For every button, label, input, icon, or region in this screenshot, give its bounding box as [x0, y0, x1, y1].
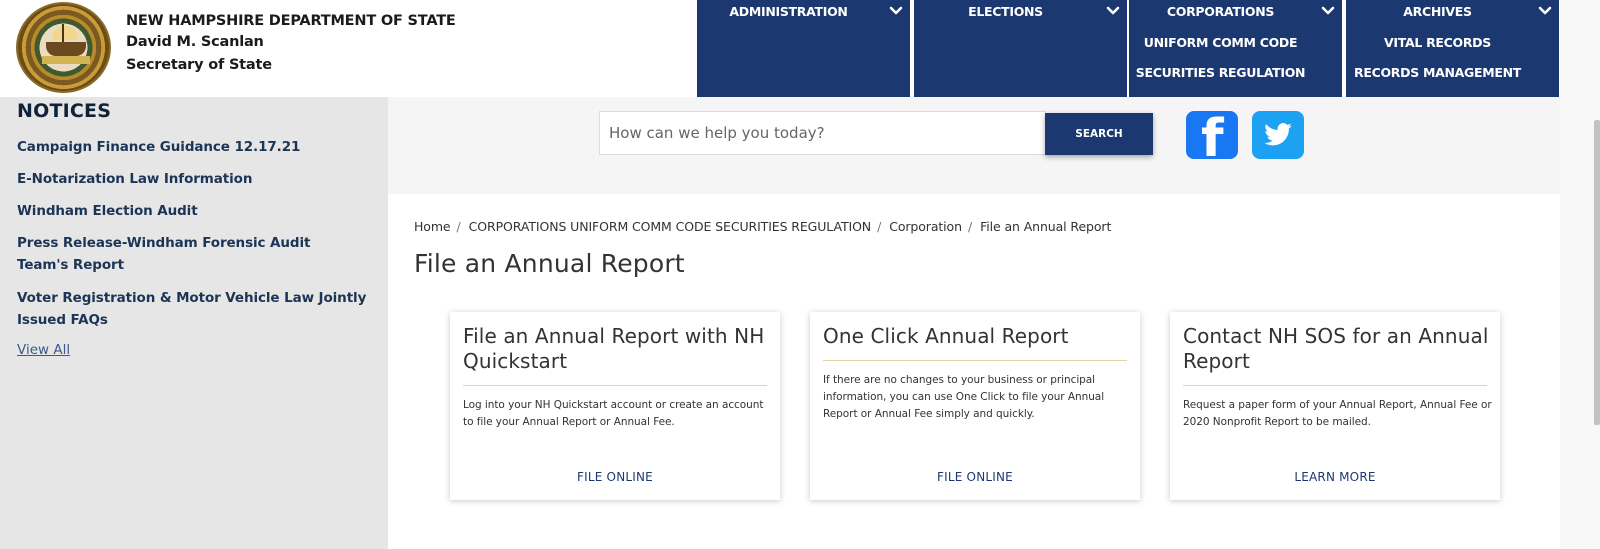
- card-divider: [463, 385, 767, 386]
- nav-menu-corporations[interactable]: CORPORATIONS UNIFORM COMM CODE SECURITIE…: [1129, 0, 1342, 97]
- card-title: File an Annual Report with NH Quickstart: [463, 324, 765, 373]
- official-name: David M. Scanlan: [126, 34, 264, 50]
- notices-heading: NOTICES: [17, 100, 112, 122]
- seal-ship: [46, 42, 86, 56]
- twitter-icon[interactable]: [1252, 111, 1304, 159]
- card-description: Log into your NH Quickstart account or c…: [463, 399, 764, 428]
- notices-sidebar: NOTICES Campaign Finance Guidance 12.17.…: [0, 97, 388, 549]
- card-title: One Click Annual Report: [823, 324, 1069, 348]
- nav-link-securities-regulation[interactable]: SECURITIES REGULATION: [1129, 65, 1312, 80]
- nav-link-uniform-comm-code[interactable]: UNIFORM COMM CODE: [1129, 35, 1312, 50]
- facebook-glyph: f: [1201, 111, 1224, 159]
- breadcrumb-corporations-ucc-securities[interactable]: CORPORATIONS UNIFORM COMM CODE SECURITIE…: [469, 219, 872, 234]
- card-description: Request a paper form of your Annual Repo…: [1183, 399, 1492, 428]
- breadcrumb-current: File an Annual Report: [980, 219, 1112, 234]
- notice-link[interactable]: Windham Election Audit: [17, 200, 377, 222]
- card-divider: [1183, 385, 1487, 386]
- nav-menu-administration[interactable]: ADMINISTRATION: [697, 0, 910, 97]
- breadcrumb-separator: /: [877, 219, 882, 234]
- seal-sun: [52, 26, 78, 40]
- nav-label[interactable]: ARCHIVES: [1346, 4, 1529, 19]
- notice-link[interactable]: Voter Registration & Motor Vehicle Law J…: [17, 287, 377, 331]
- nav-label[interactable]: ADMINISTRATION: [697, 4, 880, 19]
- seal-mast: [62, 24, 64, 44]
- notice-link[interactable]: E-Notarization Law Information: [17, 168, 377, 190]
- learn-more-link[interactable]: LEARN MORE: [1170, 470, 1500, 484]
- chevron-down-icon[interactable]: [1537, 3, 1553, 19]
- file-online-link[interactable]: FILE ONLINE: [450, 470, 780, 484]
- nav-menu-elections[interactable]: ELECTIONS: [914, 0, 1127, 97]
- breadcrumb-separator: /: [967, 219, 973, 234]
- breadcrumb-separator: /: [456, 219, 461, 234]
- twitter-bird-glyph: [1264, 123, 1292, 146]
- notice-link[interactable]: Press Release-Windham Forensic Audit Tea…: [17, 232, 337, 276]
- card-one-click: One Click Annual Report If there are no …: [810, 312, 1140, 500]
- nav-label[interactable]: CORPORATIONS: [1129, 4, 1312, 19]
- breadcrumb-corporation[interactable]: Corporation: [889, 219, 962, 234]
- seal-water: [42, 56, 90, 64]
- view-all-link[interactable]: View All: [17, 342, 70, 358]
- nav-label[interactable]: ELECTIONS: [914, 4, 1097, 19]
- search-band: SEARCH f: [388, 97, 1560, 194]
- page-title: File an Annual Report: [414, 249, 685, 278]
- nav-menu-archives[interactable]: ARCHIVES VITAL RECORDS RECORDS MANAGEMEN…: [1346, 0, 1559, 97]
- breadcrumb-home[interactable]: Home: [414, 219, 451, 234]
- search-input[interactable]: [599, 111, 1046, 155]
- facebook-icon[interactable]: f: [1186, 111, 1238, 159]
- file-online-link[interactable]: FILE ONLINE: [810, 470, 1140, 484]
- page-scrollbar-thumb[interactable]: [1594, 120, 1600, 425]
- official-title: Secretary of State: [126, 57, 272, 73]
- notice-link[interactable]: Campaign Finance Guidance 12.17.21: [17, 136, 377, 158]
- chevron-down-icon[interactable]: [1105, 3, 1121, 19]
- search-button[interactable]: SEARCH: [1045, 113, 1153, 155]
- card-nh-quickstart: File an Annual Report with NH Quickstart…: [450, 312, 780, 500]
- card-contact-nh-sos: Contact NH SOS for an Annual Report Requ…: [1170, 312, 1500, 500]
- chevron-down-icon[interactable]: [888, 3, 904, 19]
- nav-link-records-management[interactable]: RECORDS MANAGEMENT: [1346, 65, 1529, 80]
- nh-state-seal-logo[interactable]: [16, 2, 111, 93]
- org-name: NEW HAMPSHIRE DEPARTMENT OF STATE: [126, 13, 456, 29]
- organization-block: NEW HAMPSHIRE DEPARTMENT OF STATE David …: [126, 11, 456, 77]
- chevron-down-icon[interactable]: [1320, 3, 1336, 19]
- nav-link-vital-records[interactable]: VITAL RECORDS: [1346, 35, 1529, 50]
- card-divider: [823, 360, 1127, 361]
- card-title: Contact NH SOS for an Annual Report: [1183, 324, 1489, 373]
- breadcrumb: Home / CORPORATIONS UNIFORM COMM CODE SECU…: [414, 219, 1111, 234]
- card-description: If there are no changes to your business…: [823, 374, 1105, 420]
